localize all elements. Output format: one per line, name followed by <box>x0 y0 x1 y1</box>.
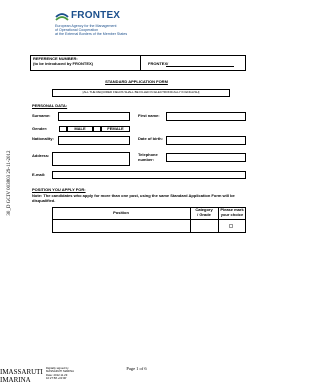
telephone-field[interactable] <box>166 153 246 162</box>
gender-female-checkbox[interactable] <box>93 126 101 132</box>
email-label: E-mail: <box>32 172 46 177</box>
gender-label: Gender: <box>32 126 48 131</box>
nationality-field[interactable] <box>58 136 130 145</box>
reference-divider <box>140 55 141 71</box>
personal-data-heading: PERSONAL DATA: <box>32 103 68 108</box>
form-title: STANDARD APPLICATION FORM <box>105 79 168 84</box>
side-stamp: 30_D GCIV 003803 29-11-2012 <box>7 150 12 216</box>
reference-number-line[interactable] <box>166 66 234 67</box>
position-cell[interactable] <box>53 220 189 232</box>
first-name-label: First name: <box>138 113 160 118</box>
dob-label: Date of birth: <box>138 136 163 141</box>
frontex-logo: FRONTEX European Agency for the Manageme… <box>55 10 135 44</box>
col-mark-header-2: your choice <box>220 212 244 217</box>
frontex-emblem-icon <box>55 13 69 21</box>
category-cell[interactable] <box>191 220 217 232</box>
choice-checkbox[interactable] <box>229 224 233 228</box>
sig-line-4: 10:27:58 +01'00' <box>46 375 67 380</box>
nationality-label: Nationality: <box>32 136 54 141</box>
dob-field[interactable] <box>166 136 246 145</box>
position-note: Note: The candidates who apply for more … <box>32 193 235 203</box>
brand-name: FRONTEX <box>71 10 121 21</box>
position-heading: POSITION YOU APPLY FOR: <box>32 187 86 192</box>
col-position-header: Position <box>113 210 129 215</box>
signer-name-1: IMASSARUTI <box>0 368 43 376</box>
telephone-label-2: number: <box>138 157 154 162</box>
signature-info: Digitally signed by MASSARUTI MARINA Dat… <box>46 366 74 380</box>
gender-male-label: MALE <box>74 125 86 131</box>
email-field[interactable] <box>52 171 246 179</box>
address-field[interactable] <box>52 152 130 166</box>
signer-name-2: IMARINA <box>0 376 31 384</box>
address-label: Address: <box>32 153 50 158</box>
surname-label: Surname: <box>32 113 51 118</box>
gender-female-label: FEMALE <box>107 125 124 131</box>
surname-field[interactable] <box>58 112 130 121</box>
instruction-text: [ALL THE REQUIRED FIELDS SHALL BE FILLED… <box>82 90 200 94</box>
agency-line-3: at the External Borders of the Member St… <box>55 32 128 36</box>
first-name-field[interactable] <box>166 112 246 121</box>
gender-male-checkbox[interactable] <box>59 126 67 132</box>
col-category-header-2: / Grade <box>197 212 211 217</box>
reference-note: (to be introduced by FRONTEX) <box>33 61 93 66</box>
